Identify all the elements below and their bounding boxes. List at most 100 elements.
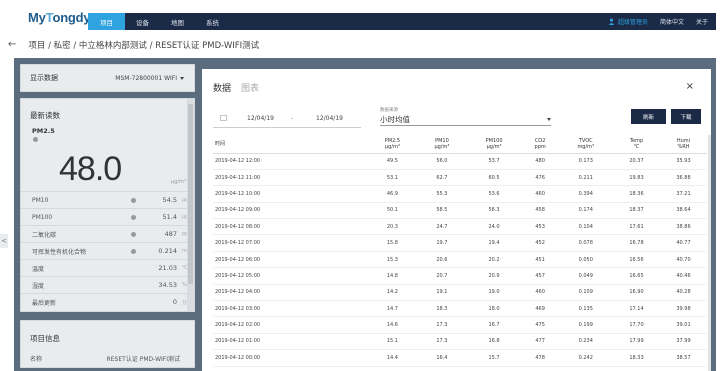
device-select-panel: 显示数据 MSM-72800001 WIFI xyxy=(20,64,195,92)
table-cell: 16.56 xyxy=(612,251,660,269)
table-cell: 39.01 xyxy=(659,316,707,334)
scrollbar-thumb[interactable] xyxy=(188,104,193,284)
table-cell: 0.078 xyxy=(558,234,613,252)
status-dot-icon xyxy=(131,232,136,237)
table-cell: 16.4 xyxy=(417,349,467,367)
scrollbar[interactable] xyxy=(187,99,194,311)
project-name-label: 名称 xyxy=(30,356,43,363)
table-row: 2019-04-12 08:00 20.3 24.7 24.0 453 0.104 17.6… xyxy=(213,218,707,236)
column-header[interactable]: PM100 μg/m³ xyxy=(466,135,522,154)
collapse-sidebar-button[interactable]: < xyxy=(0,234,8,248)
table-cell: 458 xyxy=(521,202,559,220)
about-link[interactable]: 关于 xyxy=(696,17,708,26)
table-cell: 38.86 xyxy=(659,218,707,236)
table-cell: 19.7 xyxy=(417,234,467,252)
metric-value: 34.53 xyxy=(158,281,177,289)
display-data-label: 显示数据 xyxy=(30,74,58,82)
data-panel: 数据 图表 × 12/04/19 - 12/04/19 数据来源 小时均值 刷新… xyxy=(202,69,711,371)
column-header[interactable]: PM2.5 μg/m³ xyxy=(367,135,418,154)
table-cell: 16.65 xyxy=(612,267,660,285)
table-cell: 20.2 xyxy=(466,251,522,269)
metric-name: 温度 xyxy=(32,265,45,273)
table-cell: 40.70 xyxy=(659,251,707,269)
column-header[interactable]: 时间 xyxy=(213,135,368,154)
table-cell: 20.37 xyxy=(612,153,660,170)
table-cell: 2019-04-12 07:00 xyxy=(213,234,368,252)
metric-value: 0.214 xyxy=(158,247,177,255)
nav-right: 超级管理员 简体中文 关于 xyxy=(608,13,708,30)
date-separator: - xyxy=(291,115,294,122)
table-row: 2019-04-12 07:00 15.8 19.7 19.4 452 0.078 16.7… xyxy=(213,234,707,252)
table-cell: 14.8 xyxy=(367,267,418,285)
table-row: 2019-04-12 12:00 49.5 56.0 53.7 480 0.173 20.3… xyxy=(213,153,707,170)
column-header[interactable]: CO2 ppm xyxy=(521,135,559,154)
back-arrow-icon[interactable]: ← xyxy=(8,40,16,50)
table-cell: 18.3 xyxy=(417,300,467,318)
logo[interactable]: MyTongdy xyxy=(28,9,91,25)
close-icon[interactable]: × xyxy=(686,81,694,92)
table-cell: 20.6 xyxy=(417,251,467,269)
table-cell: 17.99 xyxy=(612,333,660,351)
device-select[interactable]: MSM-72800001 WIFI xyxy=(115,75,184,82)
table-cell: 17.61 xyxy=(612,218,660,236)
tab-data[interactable]: 数据 xyxy=(213,81,231,94)
table-row: 2019-04-12 04:00 14.2 19.1 19.0 460 0.109 16.9… xyxy=(213,284,707,302)
table-cell: 20.7 xyxy=(417,267,467,285)
metric-value: 21.03 xyxy=(158,264,177,272)
table-cell: 2019-04-12 12:00 xyxy=(213,153,368,170)
table-cell: 2019-04-12 06:00 xyxy=(213,251,368,269)
table-cell: 15.8 xyxy=(367,234,418,252)
table-cell: 0.173 xyxy=(558,153,613,170)
metric-name: 湿度 xyxy=(32,282,45,290)
download-button[interactable]: 下载 xyxy=(671,109,701,124)
project-info-title: 项目信息 xyxy=(30,334,60,343)
table-cell: 0.174 xyxy=(558,202,613,220)
latest-readings-title: 最新读数 xyxy=(30,111,60,120)
calendar-icon[interactable] xyxy=(220,115,227,121)
table-row: 2019-04-12 05:00 14.8 20.7 20.9 457 0.049 16.6… xyxy=(213,267,707,285)
nav-tab-system[interactable]: 系统 xyxy=(195,13,230,30)
nav-tab-projects[interactable]: 项目 xyxy=(88,13,125,30)
breadcrumb: 项目 / 私密 / 中立格林内部测试 / RESET认证 PMD-WIFI测试 xyxy=(28,41,260,51)
tab-chart[interactable]: 图表 xyxy=(241,81,259,94)
user-menu[interactable]: 超级管理员 xyxy=(608,17,648,26)
table-row: 2019-04-12 00:00 14.4 16.4 15.7 478 0.242 18.3… xyxy=(213,349,707,367)
table-cell: 15.7 xyxy=(466,349,522,367)
data-source-select[interactable]: 小时均值 xyxy=(380,113,551,126)
metric-value: 487 xyxy=(164,230,177,238)
table-cell: 16.90 xyxy=(612,284,660,302)
chevron-down-icon xyxy=(180,76,184,80)
project-name-row: 名称 RESET认证 PMD-WIFI测试 xyxy=(30,354,180,363)
table-cell: 0.104 xyxy=(558,218,613,236)
metric-value: 0 xyxy=(172,298,177,306)
column-header[interactable]: Humi %RH xyxy=(659,135,707,154)
column-header[interactable]: PM10 μg/m³ xyxy=(417,135,467,154)
metric-name: 可挥发性有机化合物 xyxy=(32,248,87,256)
table-cell: 15.1 xyxy=(367,333,418,351)
nav-tab-map[interactable]: 地图 xyxy=(160,13,195,30)
status-dot-icon xyxy=(131,249,136,254)
table-cell: 19.4 xyxy=(466,234,522,252)
date-range-underline xyxy=(213,127,361,128)
refresh-button[interactable]: 刷新 xyxy=(631,109,666,124)
table-row: 2019-04-12 06:00 15.3 20.6 20.2 451 0.050 16.5… xyxy=(213,251,707,269)
metric-row: 二氧化碳487ppm xyxy=(21,225,194,242)
table-cell: 18.0 xyxy=(466,300,522,318)
table-cell: 17.3 xyxy=(417,316,467,334)
table-cell: 477 xyxy=(521,333,559,351)
table-cell: 20.9 xyxy=(466,267,522,285)
table-cell: 35.93 xyxy=(659,153,707,170)
table-scrollbar[interactable] xyxy=(708,135,711,371)
nav-tab-devices[interactable]: 设备 xyxy=(125,13,160,30)
date-from-input[interactable]: 12/04/19 xyxy=(247,115,274,122)
table-row: 2019-04-12 11:00 53.1 62.7 60.5 476 0.211 19.8… xyxy=(213,169,707,187)
table-cell: 480 xyxy=(521,153,559,170)
table-cell: 2019-04-12 11:00 xyxy=(213,169,368,187)
table-cell: 24.0 xyxy=(466,218,522,236)
status-dot-icon xyxy=(33,137,38,142)
table-cell: 460 xyxy=(521,185,559,203)
date-to-input[interactable]: 12/04/19 xyxy=(316,115,343,122)
column-header[interactable]: Temp ℃ xyxy=(612,135,660,154)
language-switch[interactable]: 简体中文 xyxy=(660,17,684,26)
column-header[interactable]: TVOC mg/m³ xyxy=(558,135,613,154)
